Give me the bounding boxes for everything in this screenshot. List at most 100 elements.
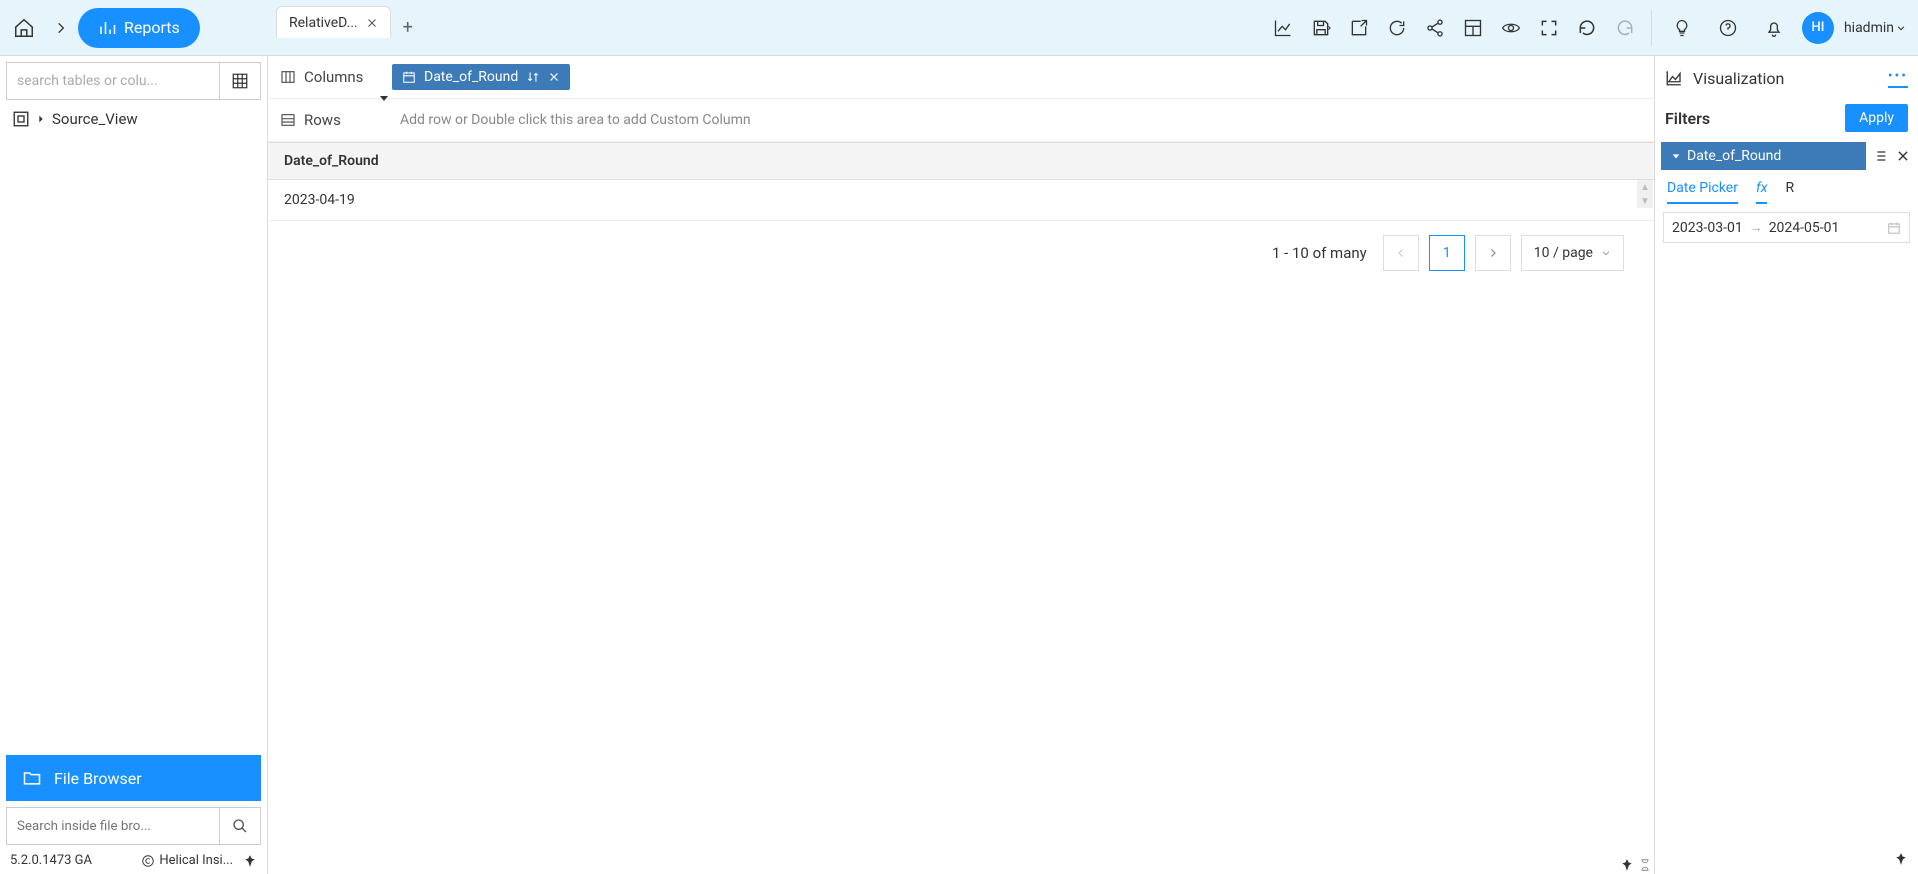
copyright-label: Helical Insi...	[159, 853, 233, 868]
apply-button[interactable]: Apply	[1845, 104, 1908, 132]
nav-group: Reports	[0, 0, 200, 56]
sort-icon[interactable]	[526, 70, 540, 84]
remove-pill-icon[interactable]	[548, 71, 560, 83]
center-footer-icons	[1620, 858, 1652, 872]
version-label: 5.2.0.1473 GA	[10, 853, 92, 868]
datasource-icon	[12, 110, 30, 128]
pin-icon[interactable]	[1894, 852, 1908, 866]
tree-item-label: Source_View	[52, 110, 138, 128]
visualization-header: Visualization •••	[1661, 60, 1912, 96]
refresh-icon[interactable]	[1379, 10, 1415, 46]
rows-drop-zone[interactable]: Add row or Double click this area to add…	[386, 99, 1654, 141]
file-browser-button[interactable]: File Browser	[6, 755, 261, 801]
share-icon[interactable]	[1417, 10, 1453, 46]
layout-icon[interactable]	[1455, 10, 1491, 46]
filter-tabs: Date Picker fx R	[1661, 170, 1912, 204]
pin-icon[interactable]	[1620, 858, 1634, 872]
fullscreen-icon[interactable]	[1531, 10, 1567, 46]
rows-shelf: Rows Add row or Double click this area t…	[268, 99, 1654, 142]
scroll-up-icon: ▲	[1637, 180, 1653, 194]
page-number-button[interactable]: 1	[1429, 235, 1465, 271]
home-button[interactable]	[4, 8, 44, 48]
close-icon[interactable]	[366, 17, 378, 29]
date-to: 2024-05-01	[1769, 220, 1840, 236]
pill-label: Date_of_Round	[424, 69, 518, 85]
add-tab-button[interactable]: +	[393, 17, 423, 38]
lightbulb-icon[interactable]	[1664, 10, 1700, 46]
caret-right-icon	[36, 114, 46, 124]
tree-item-source-view[interactable]: Source_View	[6, 100, 261, 138]
calendar-icon	[402, 70, 416, 84]
date-range-input[interactable]: 2023-03-01 → 2024-05-01	[1663, 212, 1910, 243]
top-right: HI hiadmin	[1651, 10, 1918, 46]
redo-icon[interactable]	[1607, 10, 1643, 46]
username-label: hiadmin	[1844, 20, 1894, 36]
scroll-down-icon: ▼	[1637, 194, 1653, 208]
left-sidebar: Source_View File Browser 5.2.0.1473 GA H…	[0, 56, 268, 874]
hourglass-icon[interactable]	[1638, 858, 1652, 872]
copyright-icon	[141, 854, 155, 868]
main: Source_View File Browser 5.2.0.1473 GA H…	[0, 56, 1918, 874]
rows-icon	[280, 112, 296, 128]
tab-date-picker[interactable]: Date Picker	[1667, 180, 1738, 204]
undo-icon[interactable]	[1569, 10, 1605, 46]
filter-chip-label: Date_of_Round	[1687, 148, 1781, 164]
table-column-header[interactable]: Date_of_Round	[268, 143, 1654, 180]
page-size-select[interactable]: 10 / page	[1521, 235, 1624, 271]
reports-pill[interactable]: Reports	[78, 8, 200, 48]
columns-label: Columns	[304, 68, 363, 86]
prev-page-button[interactable]	[1383, 235, 1419, 271]
next-page-button[interactable]	[1475, 235, 1511, 271]
data-table: Date_of_Round 2023-04-19 ▲ ▼ 1 - 10 of m…	[268, 143, 1654, 874]
filter-chip[interactable]: Date_of_Round	[1661, 142, 1866, 170]
right-panel: Visualization ••• Filters Apply Date_of_…	[1654, 56, 1918, 874]
columns-icon	[280, 69, 296, 85]
tab-label: RelativeD...	[289, 15, 358, 31]
shelf-area: Columns Date_of_Round	[268, 56, 1654, 143]
bell-icon[interactable]	[1756, 10, 1792, 46]
columns-shelf: Columns Date_of_Round	[268, 56, 1654, 99]
sidebar-footer: 5.2.0.1473 GA Helical Insi...	[6, 845, 261, 868]
chart-area-icon	[1665, 69, 1683, 87]
report-tab[interactable]: RelativeD...	[276, 6, 391, 38]
tab-r[interactable]: R	[1785, 180, 1794, 204]
caret-down-icon	[1671, 151, 1681, 161]
rows-label: Rows	[304, 111, 341, 129]
calendar-icon	[1887, 221, 1901, 235]
more-menu[interactable]: •••	[1888, 68, 1908, 88]
search-tables-input[interactable]	[6, 62, 219, 100]
file-browser-search-button[interactable]	[219, 807, 261, 845]
reports-label: Reports	[124, 18, 180, 37]
tab-fx[interactable]: fx	[1756, 180, 1767, 204]
filters-label: Filters	[1665, 109, 1710, 128]
avatar[interactable]: HI	[1802, 12, 1834, 44]
grid-toggle-button[interactable]	[219, 62, 261, 100]
file-browser-label: File Browser	[54, 769, 142, 788]
cell-value: 2023-04-19	[284, 192, 355, 208]
chevron-right-button[interactable]	[44, 8, 78, 48]
pin-icon[interactable]	[243, 854, 257, 868]
page-info: 1 - 10 of many	[1272, 244, 1367, 262]
visualization-label: Visualization	[1693, 69, 1878, 88]
column-pill[interactable]: Date_of_Round	[392, 64, 570, 90]
columns-drop-zone[interactable]: Date_of_Round	[386, 56, 1654, 98]
search-icon	[232, 818, 248, 834]
export-icon[interactable]	[1341, 10, 1377, 46]
eye-icon[interactable]	[1493, 10, 1529, 46]
file-browser-search-input[interactable]	[6, 807, 219, 845]
page-size-label: 10 / page	[1534, 245, 1593, 261]
folder-icon	[22, 768, 42, 788]
scroll-indicator[interactable]: ▲ ▼	[1637, 180, 1653, 208]
save-icon[interactable]	[1303, 10, 1339, 46]
list-icon[interactable]	[1872, 148, 1888, 164]
top-toolbar	[1265, 10, 1651, 46]
close-icon[interactable]	[1896, 149, 1910, 163]
date-from: 2023-03-01	[1672, 220, 1743, 236]
help-icon[interactable]	[1710, 10, 1746, 46]
pagination: 1 - 10 of many 1 10 / page	[268, 221, 1654, 285]
arrow-right-icon: →	[1749, 219, 1763, 236]
username-dropdown[interactable]: hiadmin	[1844, 20, 1906, 36]
table-row: 2023-04-19 ▲ ▼	[268, 180, 1654, 221]
chart-line-icon[interactable]	[1265, 10, 1301, 46]
rows-placeholder: Add row or Double click this area to add…	[392, 112, 759, 128]
